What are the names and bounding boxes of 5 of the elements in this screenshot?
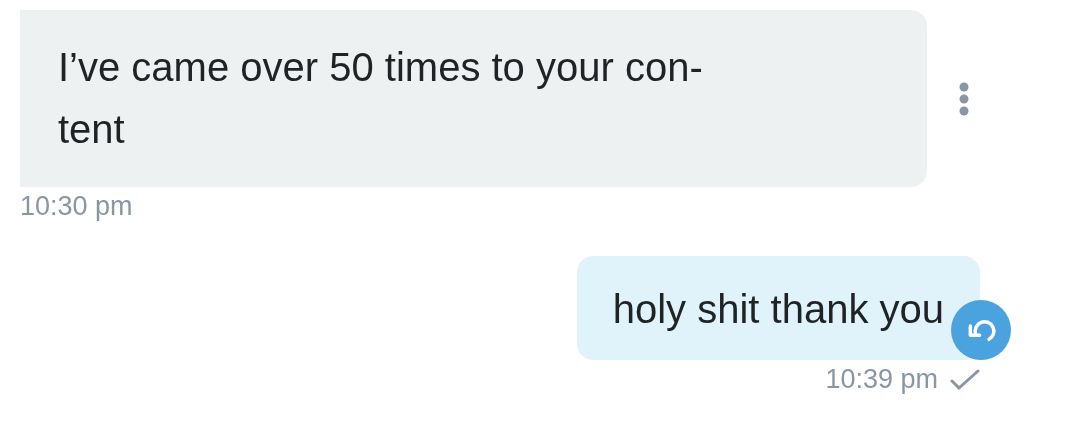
message-time: 10:30 pm <box>20 191 133 222</box>
message-bubble: I’ve came over 50 times to your con-tent <box>20 10 927 187</box>
more-icon[interactable] <box>959 81 969 116</box>
message-time: 10:39 pm <box>825 364 938 395</box>
undo-button[interactable] <box>951 300 1011 360</box>
